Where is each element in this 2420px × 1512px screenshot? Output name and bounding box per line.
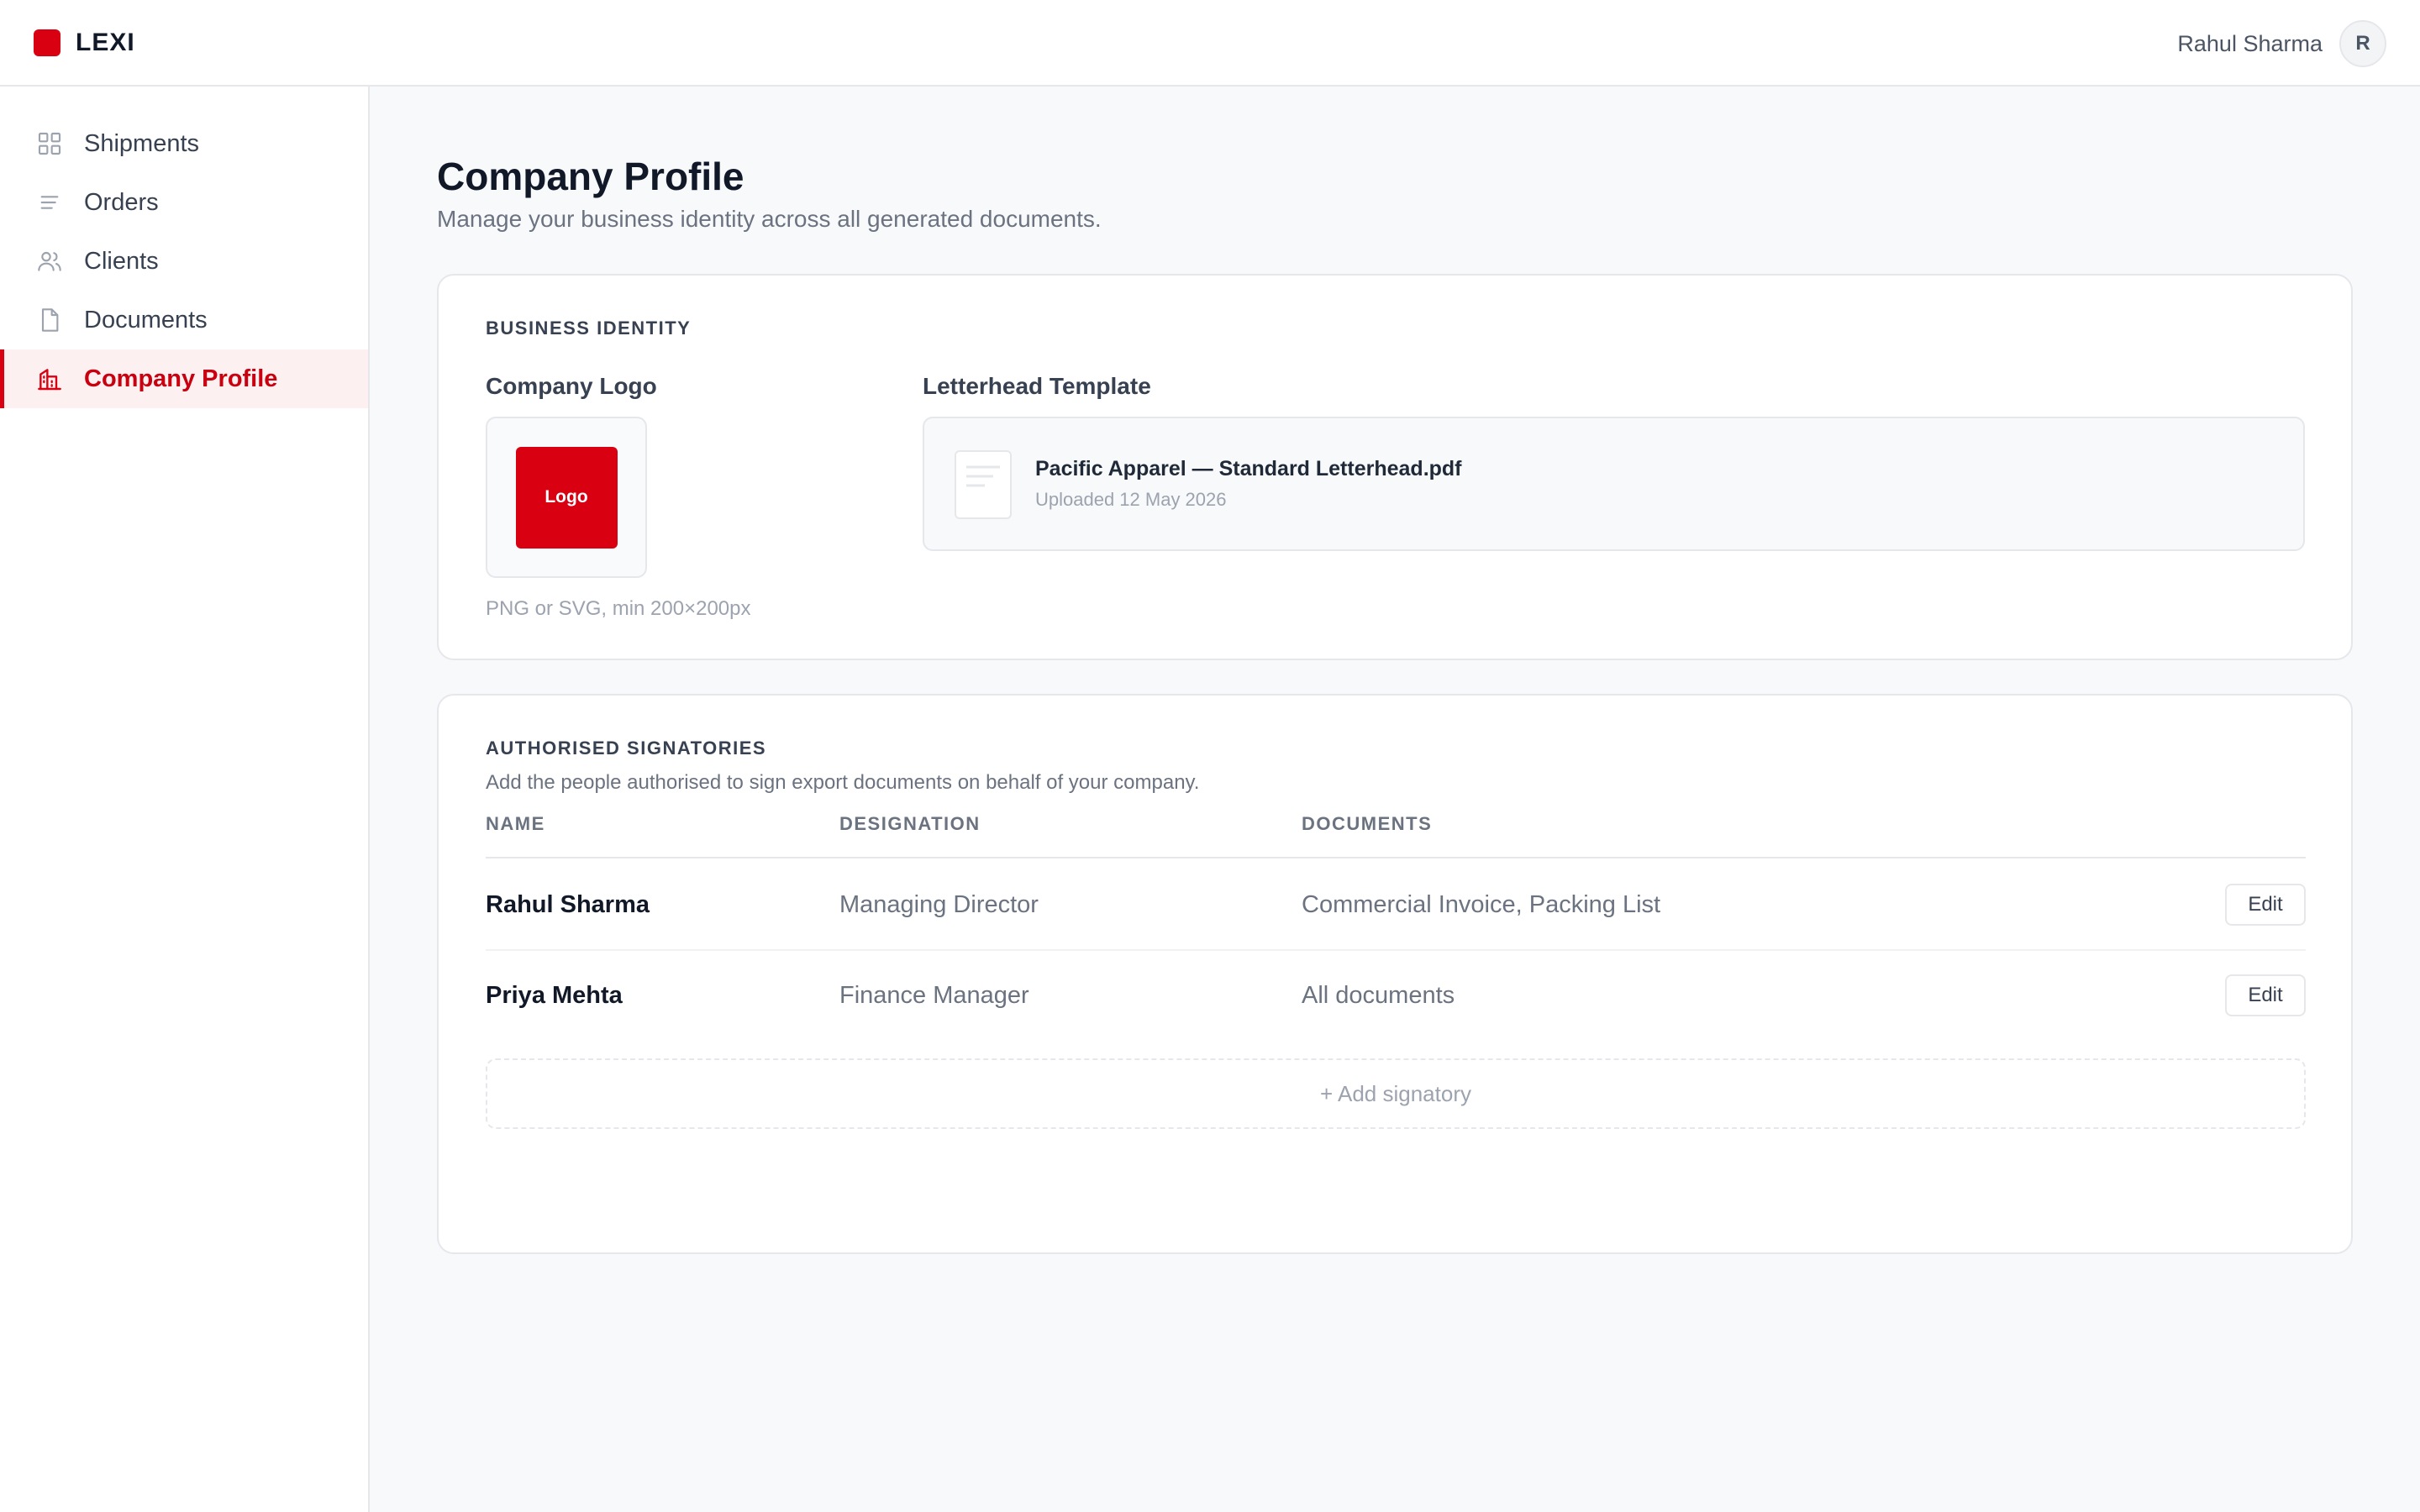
signatory-designation: Managing Director [839,891,1039,918]
brand[interactable]: LEXI [34,29,135,57]
add-signatory-button[interactable]: + Add signatory [486,1058,2306,1129]
signatory-name: Rahul Sharma [486,891,650,918]
page-subtitle: Manage your business identity across all… [437,206,1102,232]
company-logo-upload[interactable]: Logo [486,417,647,578]
sidebar-item-clients[interactable]: Clients [0,232,368,291]
user-name: Rahul Sharma [2177,30,2323,56]
column-header-designation: DESIGNATION [839,813,981,834]
section-label: BUSINESS IDENTITY [486,318,692,339]
top-bar: LEXI Rahul Sharma R [0,0,2420,87]
signatory-name: Priya Mehta [486,982,623,1009]
sidebar-item-orders[interactable]: Orders [0,173,368,232]
column-header-documents: DOCUMENTS [1302,813,1433,834]
sidebar-item-label: Documents [84,306,208,333]
edit-button[interactable]: Edit [2225,884,2306,926]
users-icon [35,247,64,276]
sidebar-item-shipments[interactable]: Shipments [0,114,368,173]
logo-hint: PNG or SVG, min 200×200px [486,597,751,620]
sidebar: Shipments Orders Clients Documents Compa… [0,87,370,1512]
brand-logo-icon [34,29,60,56]
table-row: Priya Mehta Finance Manager All document… [486,951,2306,1042]
avatar[interactable]: R [2339,20,2386,67]
signatory-documents: Commercial Invoice, Packing List [1302,891,1661,918]
table-header: NAME DESIGNATION DOCUMENTS [486,813,2306,858]
business-identity-card: BUSINESS IDENTITY Company Logo Logo PNG … [437,274,2353,660]
letterhead-template-label: Letterhead Template [923,373,1151,399]
user-menu[interactable]: Rahul Sharma R [2177,20,2386,67]
grid-icon [35,129,64,158]
letterhead-file-name: Pacific Apparel — Standard Letterhead.pd… [1035,457,1462,480]
company-logo-label: Company Logo [486,373,657,399]
sidebar-item-company-profile[interactable]: Company Profile [0,349,368,408]
sidebar-item-label: Company Profile [84,365,278,392]
section-label: AUTHORISED SIGNATORIES [486,738,767,759]
table-row: Rahul Sharma Managing Director Commercia… [486,860,2306,951]
authorised-signatories-card: AUTHORISED SIGNATORIES Add the people au… [437,694,2353,1254]
sidebar-item-documents[interactable]: Documents [0,291,368,349]
letterhead-upload-date: Uploaded 12 May 2026 [1035,489,1227,510]
sidebar-item-label: Shipments [84,129,200,157]
building-icon [35,365,64,393]
logo-placeholder: Logo [515,446,618,549]
file-icon [955,450,1012,519]
letterhead-file[interactable]: Pacific Apparel — Standard Letterhead.pd… [923,417,2305,551]
column-header-name: NAME [486,813,545,834]
signatory-documents: All documents [1302,982,1455,1009]
section-description: Add the people authorised to sign export… [486,771,1200,794]
page-title: Company Profile [437,155,744,198]
sidebar-item-label: Orders [84,188,159,216]
signatory-designation: Finance Manager [839,982,1029,1009]
brand-name: LEXI [76,29,135,56]
sidebar-item-label: Clients [84,247,159,275]
document-icon [35,306,64,334]
list-icon [35,188,64,217]
edit-button[interactable]: Edit [2225,974,2306,1016]
